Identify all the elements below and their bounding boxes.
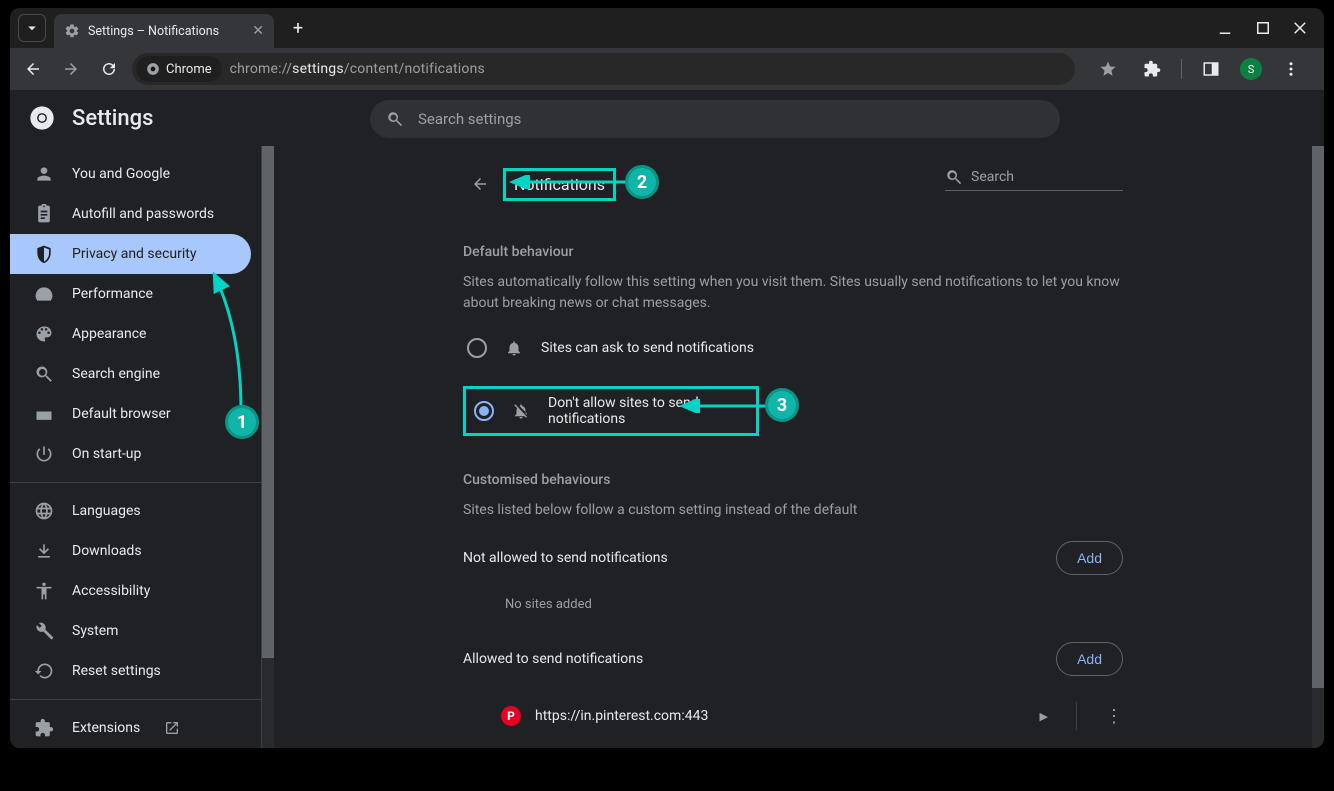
- settings-header: Settings Search settings: [10, 90, 1324, 146]
- settings-main: Notifications Search Default behaviour S…: [262, 90, 1324, 748]
- clipboard-icon: [34, 204, 54, 224]
- back-button[interactable]: [18, 54, 48, 84]
- nav-reset[interactable]: Reset settings: [10, 651, 251, 691]
- allowed-site-row[interactable]: P https://in.pinterest.com:443 ▶ ⋮: [463, 690, 1123, 742]
- globe-icon: [34, 501, 54, 521]
- radio-unchecked[interactable]: [467, 338, 487, 358]
- bookmark-button[interactable]: [1093, 54, 1123, 84]
- bell-icon: [505, 339, 523, 357]
- tab-strip: Settings – Notifications ✕ +: [10, 8, 1324, 48]
- sidebar-scrollbar[interactable]: [262, 146, 274, 748]
- annotation-arrow-1: [206, 270, 256, 420]
- search-placeholder: Search settings: [418, 110, 521, 128]
- address-bar[interactable]: Chrome chrome://settings/content/notific…: [132, 53, 1075, 85]
- local-search-placeholder: Search: [971, 169, 1014, 185]
- nav-downloads[interactable]: Downloads: [10, 531, 251, 571]
- add-not-allowed-button[interactable]: Add: [1056, 541, 1123, 575]
- profile-avatar[interactable]: S: [1240, 58, 1262, 80]
- close-tab-button[interactable]: ✕: [252, 23, 264, 39]
- url-text: chrome://settings/content/notifications: [230, 61, 485, 77]
- no-sites-text: No sites added: [505, 597, 1123, 612]
- restore-icon: [34, 661, 54, 681]
- palette-icon: [34, 324, 54, 344]
- sidepanel-button[interactable]: [1196, 54, 1226, 84]
- site-menu-button[interactable]: ⋮: [1105, 706, 1123, 727]
- nav-languages[interactable]: Languages: [10, 491, 251, 531]
- forward-button[interactable]: [56, 54, 86, 84]
- nav-accessibility[interactable]: Accessibility: [10, 571, 251, 611]
- annotation-badge-1: 1: [225, 405, 259, 439]
- chevron-down-icon: [23, 19, 41, 37]
- nav-privacy-security[interactable]: Privacy and security: [10, 234, 251, 274]
- browser-menu-button[interactable]: [1276, 54, 1306, 84]
- main-scrollbar[interactable]: [1312, 146, 1324, 748]
- window-controls: [1216, 19, 1316, 37]
- option-allow-label: Sites can ask to send notifications: [541, 340, 754, 356]
- allowed-heading: Allowed to send notifications: [463, 651, 643, 667]
- custom-behaviours-section: Customised behaviours Sites listed below…: [463, 472, 1123, 742]
- extensions-button[interactable]: [1137, 54, 1167, 84]
- speedometer-icon: [34, 284, 54, 304]
- chrome-icon: [146, 62, 160, 76]
- radio-checked[interactable]: [474, 401, 494, 421]
- section-description: Sites automatically follow this setting …: [463, 272, 1123, 314]
- site-url: https://in.pinterest.com:443: [535, 708, 1026, 724]
- tab-title: Settings – Notifications: [88, 24, 219, 39]
- settings-app-title: Settings: [72, 106, 153, 131]
- toolbar-right-icons: S: [1083, 54, 1316, 84]
- section-heading: Customised behaviours: [463, 472, 1123, 488]
- gear-icon: [64, 23, 80, 39]
- chrome-logo-icon: [28, 104, 56, 132]
- add-allowed-button[interactable]: Add: [1056, 642, 1123, 676]
- option-allow-row[interactable]: Sites can ask to send notifications: [463, 330, 1123, 366]
- chevron-right-icon[interactable]: ▶: [1040, 710, 1048, 723]
- new-tab-button[interactable]: +: [284, 14, 312, 42]
- page-back-button[interactable]: [467, 171, 493, 197]
- settings-search[interactable]: Search settings: [370, 100, 1060, 138]
- nav-on-startup[interactable]: On start-up: [10, 434, 251, 474]
- wrench-icon: [34, 621, 54, 641]
- bell-off-icon: [512, 402, 530, 420]
- person-icon: [34, 164, 54, 184]
- active-tab[interactable]: Settings – Notifications ✕: [54, 14, 274, 48]
- download-icon: [34, 541, 54, 561]
- navigation-toolbar: Chrome chrome://settings/content/notific…: [10, 48, 1324, 90]
- nav-system[interactable]: System: [10, 611, 251, 651]
- accessibility-icon: [34, 581, 54, 601]
- annotation-arrow-3: [678, 399, 768, 413]
- close-window-button[interactable]: [1292, 19, 1310, 37]
- puzzle-icon: [34, 718, 54, 738]
- shield-icon: [34, 244, 54, 264]
- nav-autofill[interactable]: Autofill and passwords: [10, 194, 251, 234]
- minimize-button[interactable]: [1216, 19, 1234, 37]
- local-search[interactable]: Search: [945, 168, 1123, 191]
- annotation-badge-2: 2: [625, 165, 659, 199]
- allowed-row: Allowed to send notifications Add: [463, 642, 1123, 676]
- annotation-arrow-2: [508, 175, 628, 189]
- open-external-icon: [164, 720, 180, 736]
- search-icon: [34, 364, 54, 384]
- maximize-button[interactable]: [1254, 19, 1272, 37]
- not-allowed-row: Not allowed to send notifications Add: [463, 541, 1123, 575]
- section-description: Sites listed below follow a custom setti…: [463, 500, 1123, 521]
- reload-button[interactable]: [94, 54, 124, 84]
- search-icon: [945, 168, 963, 186]
- tab-search-dropdown[interactable]: [18, 14, 46, 42]
- annotation-badge-3: 3: [765, 388, 799, 422]
- not-allowed-heading: Not allowed to send notifications: [463, 550, 668, 566]
- nav-extensions[interactable]: Extensions: [10, 708, 251, 748]
- site-chip[interactable]: Chrome: [136, 56, 222, 82]
- notifications-card: Notifications Search Default behaviour S…: [463, 160, 1123, 748]
- power-icon: [34, 444, 54, 464]
- nav-you-and-google[interactable]: You and Google: [10, 154, 251, 194]
- chip-label: Chrome: [166, 62, 212, 77]
- search-icon: [386, 110, 404, 128]
- window-icon: [34, 404, 54, 424]
- pinterest-favicon: P: [501, 706, 521, 726]
- section-heading: Default behaviour: [463, 244, 1123, 260]
